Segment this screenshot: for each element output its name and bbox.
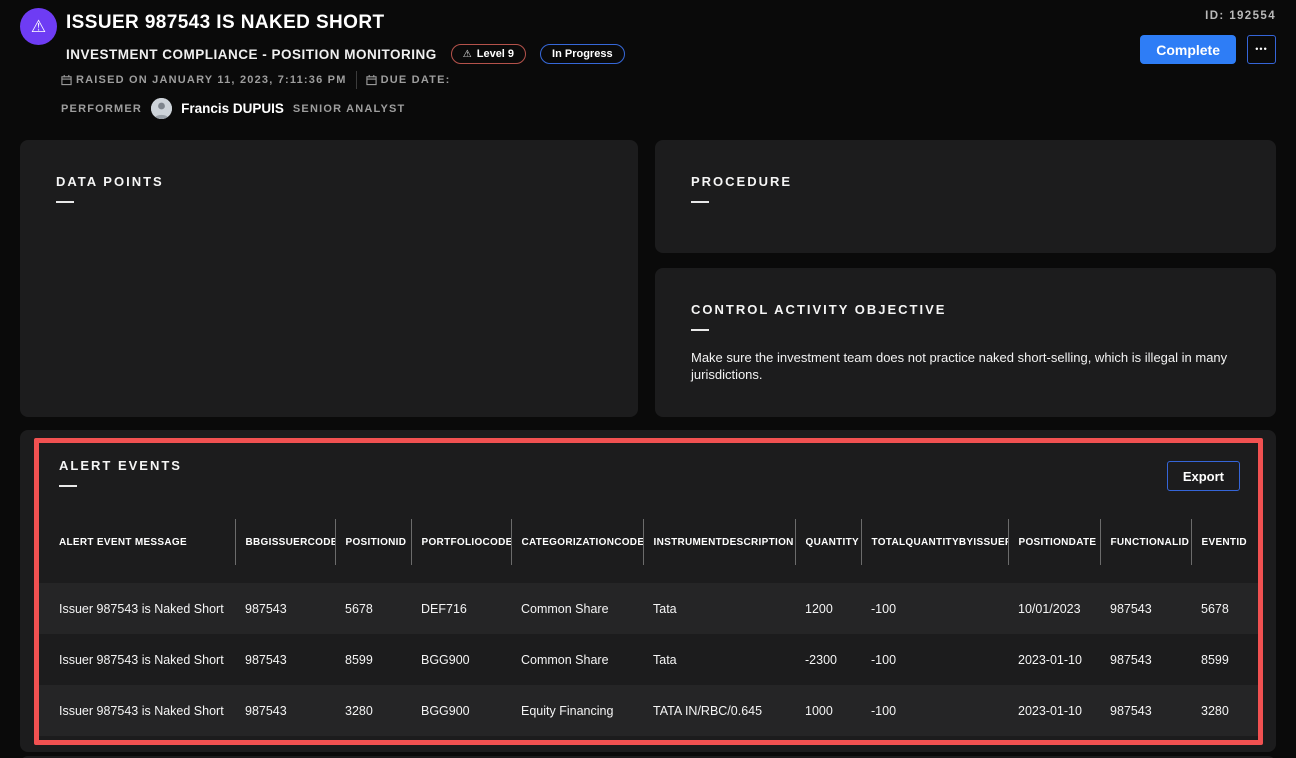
title-dash xyxy=(691,201,709,203)
performer-role: SENIOR ANALYST xyxy=(293,103,406,115)
cell: Common Share xyxy=(511,634,643,685)
person-icon xyxy=(151,98,172,119)
complete-button[interactable]: Complete xyxy=(1140,35,1236,64)
column-header: QUANTITY xyxy=(795,519,861,565)
cell: -100 xyxy=(861,634,1008,685)
spacer-row xyxy=(39,565,1258,583)
data-points-card: DATA POINTS xyxy=(20,140,638,417)
cell: 987543 xyxy=(1100,634,1191,685)
cell: 2023-01-10 xyxy=(1008,634,1100,685)
procedure-title: PROCEDURE xyxy=(691,174,1240,189)
calendar-icon xyxy=(61,74,72,86)
data-points-title: DATA POINTS xyxy=(56,174,602,189)
alert-events-table-container: ALERT EVENT MESSAGE BBGISSUERCODE POSITI… xyxy=(39,519,1258,740)
header-text-block: ISSUER 987543 IS NAKED SHORT INVESTMENT … xyxy=(66,12,625,64)
column-header: FUNCTIONALID xyxy=(1100,519,1191,565)
control-activity-objective-card: CONTROL ACTIVITY OBJECTIVE Make sure the… xyxy=(655,268,1276,417)
cell: DEF716 xyxy=(411,583,511,634)
title-dash xyxy=(56,201,74,203)
cell: TATA IN/RBC/0.645 xyxy=(643,685,795,736)
cell: 987543 xyxy=(235,583,335,634)
title-dash xyxy=(59,485,77,487)
alert-events-title-row: ALERT EVENTS Export xyxy=(39,443,1258,491)
level-badge: ⚠ Level 9 xyxy=(451,44,526,64)
cell: Issuer 987543 is Naked Short xyxy=(39,685,235,736)
cell: 987543 xyxy=(235,634,335,685)
level-badge-label: Level 9 xyxy=(477,48,514,60)
cell: 2023-01-10 xyxy=(1008,685,1100,736)
more-actions-button[interactable]: ••• xyxy=(1247,35,1276,64)
cell: 987543 xyxy=(1100,583,1191,634)
cell: BGG900 xyxy=(411,685,511,736)
column-header: INSTRUMENTDESCRIPTION xyxy=(643,519,795,565)
alert-events-card: ALERT EVENTS Export ALERT EVENT MESSAGE … xyxy=(20,430,1276,752)
column-header: CATEGORIZATIONCODE xyxy=(511,519,643,565)
table-row: Issuer 987543 is Naked Short 987543 3280… xyxy=(39,685,1258,736)
calendar-icon xyxy=(366,74,377,86)
title-dash xyxy=(691,329,709,331)
cell: 1200 xyxy=(795,583,861,634)
cards-grid: DATA POINTS PROCEDURE CONTROL ACTIVITY O… xyxy=(20,140,1276,417)
cell: Common Share xyxy=(511,583,643,634)
procedure-card: PROCEDURE xyxy=(655,140,1276,253)
warning-icon: ⚠ xyxy=(463,49,472,60)
export-button[interactable]: Export xyxy=(1167,461,1240,491)
raised-on-label: RAISED ON JANUARY 11, 2023, 7:11:36 PM xyxy=(76,74,347,86)
right-column: PROCEDURE CONTROL ACTIVITY OBJECTIVE Mak… xyxy=(655,140,1276,417)
cell: Equity Financing xyxy=(511,685,643,736)
cell: -100 xyxy=(861,583,1008,634)
cell: Tata xyxy=(643,634,795,685)
status-badge-label: In Progress xyxy=(552,48,613,60)
due-date: DUE DATE: xyxy=(366,74,451,86)
cell: Issuer 987543 is Naked Short xyxy=(39,583,235,634)
page-header: ⚠ ISSUER 987543 IS NAKED SHORT INVESTMEN… xyxy=(0,0,1296,140)
cell: 10/01/2023 xyxy=(1008,583,1100,634)
control-activity-objective-body: Make sure the investment team does not p… xyxy=(691,349,1240,383)
cell: 5678 xyxy=(1191,583,1258,634)
cell: 3280 xyxy=(1191,685,1258,736)
status-badge: In Progress xyxy=(540,44,625,64)
issue-meta-row: RAISED ON JANUARY 11, 2023, 7:11:36 PM D… xyxy=(61,71,450,89)
avatar xyxy=(151,98,172,119)
issue-id: ID: 192554 xyxy=(1205,10,1276,22)
table-header-row: ALERT EVENT MESSAGE BBGISSUERCODE POSITI… xyxy=(39,519,1258,565)
due-date-label: DUE DATE: xyxy=(381,74,451,86)
issue-subtitle: INVESTMENT COMPLIANCE - POSITION MONITOR… xyxy=(66,47,437,62)
alert-events-highlight-box: ALERT EVENTS Export ALERT EVENT MESSAGE … xyxy=(34,438,1263,745)
cell: Tata xyxy=(643,583,795,634)
alert-logo-icon: ⚠ xyxy=(20,8,57,45)
meta-divider xyxy=(356,71,357,89)
column-header: ALERT EVENT MESSAGE xyxy=(39,519,235,565)
performer-name: Francis DUPUIS xyxy=(181,101,284,116)
cell: -2300 xyxy=(795,634,861,685)
column-header: EVENTID xyxy=(1191,519,1258,565)
performer-row: PERFORMER Francis DUPUIS SENIOR ANALYST xyxy=(61,98,405,119)
column-header: POSITIONID xyxy=(335,519,411,565)
performer-label: PERFORMER xyxy=(61,103,142,115)
alert-events-title: ALERT EVENTS xyxy=(59,458,182,473)
column-header: PORTFOLIOCODE xyxy=(411,519,511,565)
warning-icon: ⚠ xyxy=(31,17,46,37)
header-actions: Complete ••• xyxy=(1140,35,1276,64)
cell: Issuer 987543 is Naked Short xyxy=(39,634,235,685)
control-activity-objective-title: CONTROL ACTIVITY OBJECTIVE xyxy=(691,302,1240,317)
page-title: ISSUER 987543 IS NAKED SHORT xyxy=(66,12,625,34)
alert-events-table: ALERT EVENT MESSAGE BBGISSUERCODE POSITI… xyxy=(39,519,1258,736)
cell: 1000 xyxy=(795,685,861,736)
column-header: TOTALQUANTITYBYISSUER xyxy=(861,519,1008,565)
cell: 987543 xyxy=(1100,685,1191,736)
cell: 987543 xyxy=(235,685,335,736)
cell: 8599 xyxy=(1191,634,1258,685)
table-row: Issuer 987543 is Naked Short 987543 5678… xyxy=(39,583,1258,634)
raised-on: RAISED ON JANUARY 11, 2023, 7:11:36 PM xyxy=(61,74,347,86)
cell: BGG900 xyxy=(411,634,511,685)
table-row: Issuer 987543 is Naked Short 987543 8599… xyxy=(39,634,1258,685)
cell: 5678 xyxy=(335,583,411,634)
ellipsis-icon: ••• xyxy=(1255,44,1267,54)
cell: 8599 xyxy=(335,634,411,685)
cell: 3280 xyxy=(335,685,411,736)
cell: -100 xyxy=(861,685,1008,736)
column-header: POSITIONDATE xyxy=(1008,519,1100,565)
column-header: BBGISSUERCODE xyxy=(235,519,335,565)
